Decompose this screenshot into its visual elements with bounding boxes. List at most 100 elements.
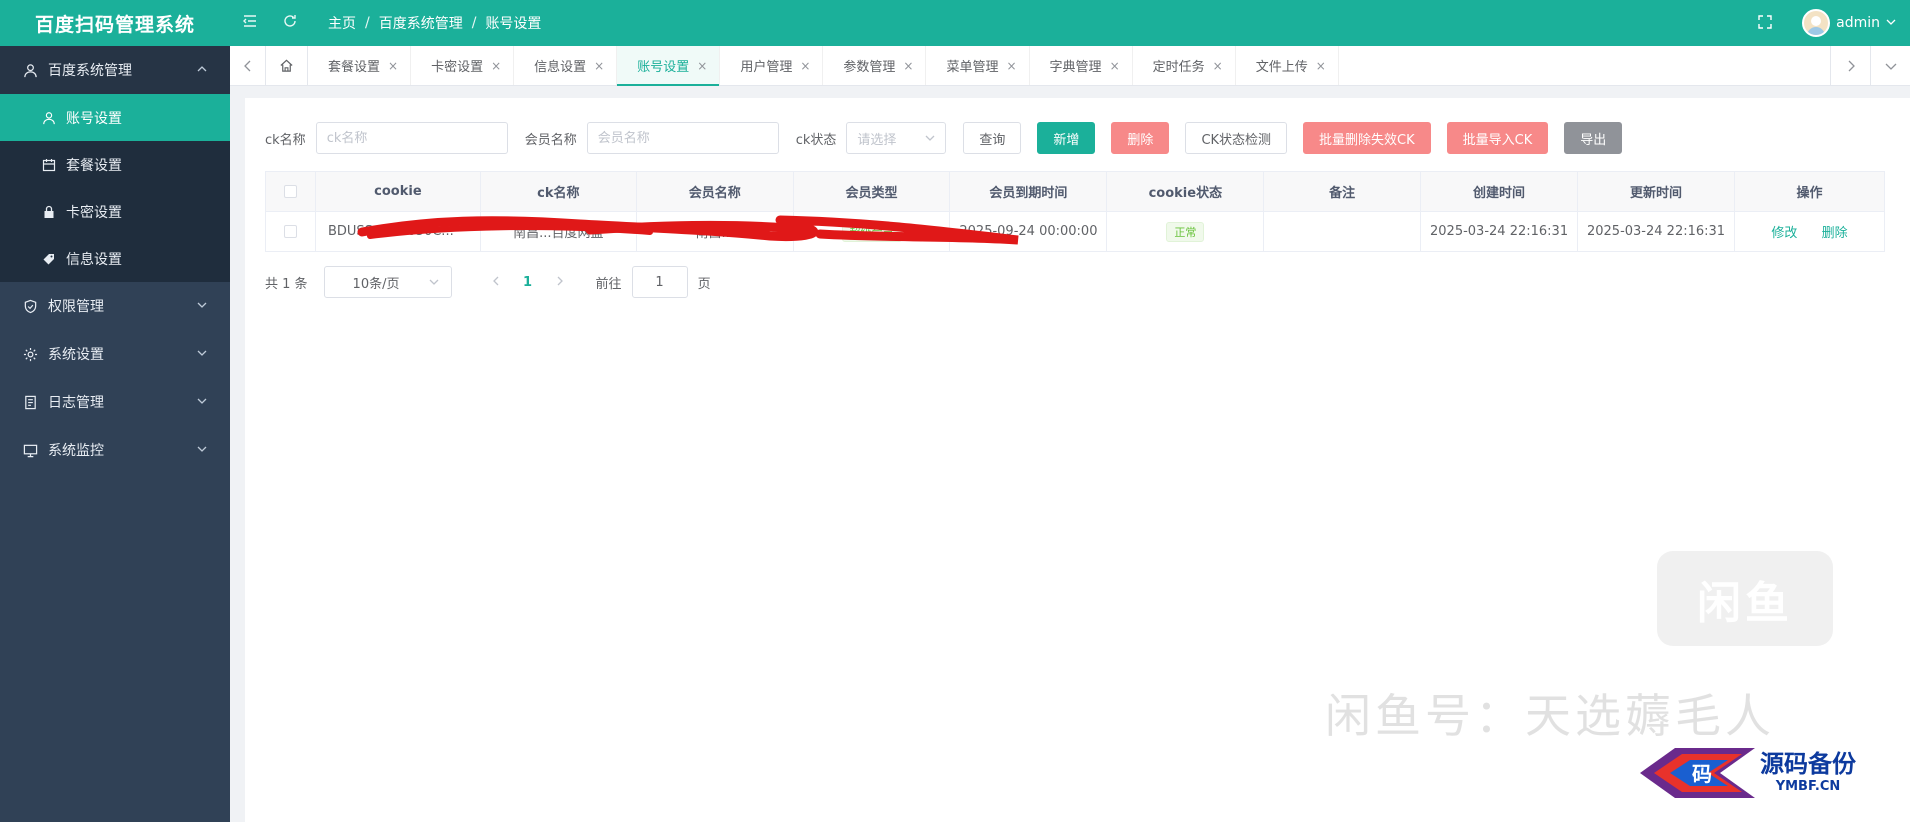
sidebar-group-label: 系统设置: [48, 347, 104, 363]
column-header: 会员到期时间: [949, 171, 1108, 212]
tab-label: 信息设置: [534, 60, 587, 75]
column-header: 会员类型: [792, 171, 951, 212]
goto-page-input[interactable]: [631, 266, 688, 298]
header-right: admin: [1758, 9, 1910, 37]
export-button[interactable]: 导出: [1564, 122, 1623, 154]
chevron-down-icon[interactable]: [1886, 17, 1896, 30]
collapse-sidebar-icon[interactable]: [230, 13, 270, 33]
close-icon[interactable]: ×: [1110, 59, 1120, 73]
tab-parameter-management[interactable]: 参数管理 ×: [823, 46, 927, 85]
tab-dictionary-management[interactable]: 字典管理 ×: [1030, 46, 1133, 85]
table-header-row: cookie ck名称 会员名称 会员类型 会员到期时间 cookie状态 备注…: [265, 171, 1885, 212]
gear-icon: [22, 346, 38, 362]
select-all-checkbox[interactable]: [283, 185, 297, 198]
tab-label: 文件上传: [1255, 60, 1308, 75]
sidebar-group-system-monitor[interactable]: 系统监控: [0, 426, 230, 474]
tabs-right-controls: [1830, 46, 1910, 85]
tab-scheduled-tasks[interactable]: 定时任务 ×: [1133, 46, 1236, 85]
add-button[interactable]: 新增: [1037, 122, 1096, 154]
tab-menu-management[interactable]: 菜单管理 ×: [926, 46, 1030, 85]
row-select-cell: [265, 211, 316, 252]
sidebar-group-baidu-system[interactable]: 百度系统管理: [0, 46, 230, 94]
tabs-bar: 套餐设置 × 卡密设置 × 信息设置 × 账号设置 × 用户管理 × 参数管理 × 菜单管理…: [230, 46, 1910, 86]
sidebar-item-label: 套餐设置: [66, 157, 122, 174]
close-icon[interactable]: ×: [697, 59, 707, 73]
tab-label: 参数管理: [843, 60, 896, 75]
breadcrumb-home[interactable]: 主页: [328, 13, 356, 33]
ck-name-input[interactable]: [315, 122, 508, 154]
close-icon[interactable]: ×: [388, 59, 398, 73]
close-icon[interactable]: ×: [594, 59, 604, 73]
document-icon: [22, 394, 38, 410]
tab-user-management[interactable]: 用户管理 ×: [720, 46, 824, 85]
batch-import-ck-button[interactable]: 批量导入CK: [1446, 122, 1549, 154]
app-title: 百度扫码管理系统: [34, 13, 195, 36]
page-suffix: 页: [697, 276, 711, 292]
page-size-value: 10条/页: [352, 276, 400, 292]
query-button[interactable]: 查询: [963, 122, 1022, 154]
sidebar-item-info-settings[interactable]: 信息设置: [0, 235, 230, 282]
column-header: cookie: [314, 171, 481, 212]
tab-label: 定时任务: [1152, 60, 1205, 75]
tab-account-settings[interactable]: 账号设置 ×: [617, 46, 721, 86]
actions-cell: 修改 删除: [1734, 211, 1885, 252]
breadcrumb: 主页 / 百度系统管理 / 账号设置: [328, 13, 541, 33]
monitor-icon: [22, 442, 38, 458]
close-icon[interactable]: ×: [800, 59, 810, 73]
page-size-select[interactable]: 10条/页: [323, 266, 452, 298]
sidebar-item-package-settings[interactable]: 套餐设置: [0, 141, 230, 188]
sidebar-item-card-key-settings[interactable]: 卡密设置: [0, 188, 230, 235]
close-icon[interactable]: ×: [1006, 59, 1016, 73]
breadcrumb-baidu-system[interactable]: 百度系统管理: [379, 13, 463, 33]
fullscreen-icon[interactable]: [1758, 14, 1772, 33]
sidebar-group-system-settings[interactable]: 系统设置: [0, 330, 230, 378]
page-number[interactable]: 1: [512, 275, 544, 290]
ck-status-check-button[interactable]: CK状态检测: [1185, 122, 1288, 154]
avatar[interactable]: [1802, 9, 1831, 37]
pagination-total: 共 1 条: [265, 276, 308, 292]
ck-status-select[interactable]: 请选择: [846, 122, 947, 154]
sidebar-item-label: 卡密设置: [66, 204, 122, 221]
tab-package-settings[interactable]: 套餐设置 ×: [308, 46, 412, 85]
edit-link[interactable]: 修改: [1771, 226, 1797, 241]
sidebar: 百度系统管理 账号设置 套餐设置 卡密设置 信息设置 权限管理 系统设置 日志管…: [0, 46, 230, 822]
row-checkbox[interactable]: [283, 225, 297, 238]
next-page-icon[interactable]: [544, 275, 576, 290]
prev-page-icon[interactable]: [480, 275, 512, 290]
tabs-dropdown-icon[interactable]: [1870, 46, 1910, 85]
username-label[interactable]: admin: [1836, 15, 1880, 31]
sidebar-group-permission[interactable]: 权限管理: [0, 282, 230, 330]
sidebar-item-account-settings[interactable]: 账号设置: [0, 94, 230, 141]
close-icon[interactable]: ×: [491, 59, 501, 73]
sidebar-group-label: 权限管理: [48, 299, 104, 315]
delete-link[interactable]: 删除: [1822, 226, 1848, 241]
home-icon[interactable]: [266, 46, 308, 85]
tab-info-settings[interactable]: 信息设置 ×: [514, 46, 618, 85]
ymbf-logo-cn: 源码备份: [1760, 750, 1856, 778]
tabs-scroll-right-icon[interactable]: [1830, 46, 1870, 85]
ck-status-label: ck状态: [795, 132, 837, 148]
column-header: 更新时间: [1577, 171, 1736, 212]
ck-status-placeholder: 请选择: [857, 132, 897, 148]
chevron-down-icon: [196, 395, 208, 410]
close-icon[interactable]: ×: [1316, 59, 1326, 73]
sidebar-group-log-management[interactable]: 日志管理: [0, 378, 230, 426]
tab-label: 菜单管理: [946, 60, 999, 75]
delete-button[interactable]: 删除: [1111, 122, 1170, 154]
seller-watermark-text: 闲鱼号：天选薅毛人: [1325, 689, 1775, 743]
user-icon: [22, 62, 38, 78]
sidebar-item-label: 账号设置: [66, 110, 122, 127]
close-icon[interactable]: ×: [903, 59, 913, 73]
ymbf-logo-text: 源码备份 YMBF.CN: [1760, 752, 1856, 794]
batch-delete-invalid-ck-button[interactable]: 批量删除失效CK: [1303, 122, 1431, 154]
refresh-icon[interactable]: [270, 13, 310, 33]
tab-card-key-settings[interactable]: 卡密设置 ×: [411, 46, 515, 85]
tabs-scroll-left-icon[interactable]: [230, 46, 266, 85]
tab-file-upload[interactable]: 文件上传 ×: [1236, 46, 1339, 85]
created-time-cell: 2025-03-24 22:16:31: [1420, 211, 1579, 252]
member-name-input[interactable]: [586, 122, 779, 154]
ymbf-logo-mark-icon: 码: [1640, 748, 1755, 798]
close-icon[interactable]: ×: [1213, 59, 1223, 73]
breadcrumb-separator: /: [471, 15, 477, 31]
chevron-up-icon: [196, 63, 208, 78]
